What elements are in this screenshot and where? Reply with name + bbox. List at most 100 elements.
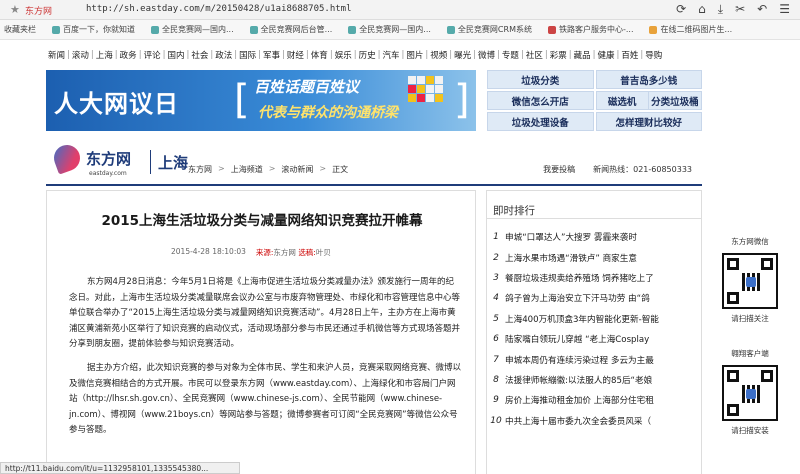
nav-link[interactable]: 曝光 [452,49,473,61]
nav-link[interactable]: 上海 [94,49,115,61]
qr-subcaption: 请扫描安装 [731,426,769,435]
ad-link[interactable]: 垃圾分类 [487,70,594,89]
qr-subcaption: 请扫描关注 [731,314,769,323]
bookmark-item[interactable]: 全民竞赛网—国内... [348,24,441,35]
breadcrumb-link[interactable]: 东方网 [188,164,212,175]
qr-code-icon [722,365,778,421]
nav-link[interactable]: 政务 [118,49,139,61]
banner-ad[interactable]: 人大网议日 [ 百姓话题百姓议 代表与群众的沟通桥梁 ] [46,70,476,131]
nav-link[interactable]: 图片 [404,49,425,61]
ad-link[interactable]: 怎样理财比较好 [595,112,702,131]
nav-link[interactable]: 政法 [213,49,234,61]
list-item[interactable]: 3 餐厨垃圾违规卖给养殖场 饲养猪吃上了 [487,268,701,288]
nav-link[interactable]: 军事 [261,49,282,61]
flame-logo-icon [50,141,84,175]
submit-link[interactable]: 我要投稿 [543,164,575,175]
ad-link-pair: 磁选机 分类垃圾桶 [595,91,702,110]
nav-link[interactable]: 体育 [309,49,330,61]
page-icon [151,25,159,34]
refresh-icon[interactable]: ⟳ [676,2,686,17]
nav-link[interactable]: 新闻 [46,49,67,61]
nav-link[interactable]: 百姓 [619,49,640,61]
bookmark-item[interactable]: 全民竞赛网后台管... [249,24,343,35]
list-item[interactable]: 6 陆家嘴白领玩儿穿越 “老上海Cosplay [487,329,701,349]
qr-caption: 东方网微信 [731,237,769,246]
qr-caption: 翱翔客户端 [731,349,769,358]
nav-link[interactable]: 彩票 [548,49,569,61]
article-source: 来源:东方网 选稿:叶贝 [255,248,331,257]
qr-icon [649,25,658,34]
hot-ranking: 即时排行 1 申城“口罩达人”大搜罗 雾霾来袭时 2 上海水果市场遇“滑铁卢” 商家… [486,190,702,474]
browser-toolbar: ★ 东方网 http://sh.eastday.com/m/20150428/u… [0,0,800,20]
article-title: 2015上海生活垃圾分类与减量网络知识竞赛拉开帷幕 [101,213,423,229]
nav-link[interactable]: 社区 [524,49,545,61]
nav-link[interactable]: 娱乐 [333,49,354,61]
source-link[interactable]: 东方网 [273,248,296,257]
nav-link[interactable]: 视频 [428,49,449,61]
banner-slogan-1: 百姓话题百姓议 [254,78,360,96]
eastday-logo[interactable]: 东方网 [50,141,132,175]
address-bar[interactable]: http://sh.eastday.com/m/20150428/u1ai868… [86,4,352,14]
tools-icon[interactable]: ✂ [735,2,745,17]
site-label: 东方网 [25,7,53,17]
download-icon[interactable]: ⤓ [718,2,723,17]
ad-link[interactable]: 微信怎么开店 [487,91,594,110]
page-icon [348,25,357,34]
nav-link[interactable]: 专题 [500,49,521,61]
ad-link[interactable]: 普吉岛多少钱 [595,70,702,89]
home-icon[interactable]: ⌂ [698,2,706,17]
menu-icon[interactable]: ☰ [779,2,790,17]
bookmark-favorites[interactable]: 收藏夹栏 [4,24,46,35]
page-icon [446,25,455,34]
hotline: 新闻热线：021-60850333 [593,165,692,174]
nav-link[interactable]: 社会 [189,49,210,61]
article-paragraph: 据主办方介绍，此次知识竞赛的参与对象为全体市民、学生和来沪人员，竞赛采取网络竞赛… [69,363,462,436]
status-bar: http://t11.baidu.com/it/u=1132958101,133… [0,462,240,474]
banner-brand: 人大网议日 [54,90,179,118]
banner-slogan-2: 代表与群众的沟通桥梁 [258,105,398,121]
nav-link[interactable]: 滚动 [70,49,91,61]
bracket-left-icon: [ [234,77,250,123]
nav-link[interactable]: 财经 [285,49,306,61]
list-item[interactable]: 1 申城“口罩达人”大搜罗 雾霾来袭时 [487,227,701,247]
list-item[interactable]: 4 鸽子曾为上海治安立下汗马功劳 由“鸽 [487,288,701,308]
nav-link[interactable]: 历史 [357,49,378,61]
hot-ranking-heading: 即时排行 [487,191,701,219]
bookmark-item[interactable]: 全民竞赛网—国内... [151,24,244,35]
list-item[interactable]: 8 法援律师帐繃徽:以法服人的85后“老娘 [487,370,701,390]
nav-link[interactable]: 藏品 [572,49,593,61]
list-item[interactable]: 9 房价上海推动租金加价 上海部分住宅租 [487,390,701,410]
ad-link[interactable]: 分类垃圾桶 [649,92,701,109]
nav-link[interactable]: 微博 [476,49,497,61]
ad-link[interactable]: 磁选机 [597,92,649,109]
brand-name: 东方网 [86,149,132,168]
breadcrumb-link[interactable]: 滚动新闻 [281,164,313,175]
ad-link-grid: 垃圾分类 普吉岛多少钱 微信怎么开店 磁选机 分类垃圾桶 垃圾处理设备 怎样理财… [487,70,702,131]
baidu-icon [52,25,60,34]
page-icon [249,25,258,34]
list-item[interactable]: 5 上海400万机顶盒3年内智能化更新-智能 [487,309,701,329]
divider [150,150,151,174]
list-item[interactable]: 7 申城本周仍有连续污染过程 多云为主最 [487,349,701,369]
nav-link[interactable]: 汽车 [380,49,401,61]
brand-domain: eastday.com [89,170,127,177]
nav-link[interactable]: 评论 [142,49,163,61]
breadcrumb: 东方网 > 上海频道 > 滚动新闻 > 正文 [188,164,349,175]
undo-icon[interactable]: ↶ [757,2,767,17]
article-date: 2015-4-28 18:10:03 [171,247,246,256]
app-qr-block: 翱翔客户端 请扫描安装 [715,348,785,436]
nav-link[interactable]: 国际 [237,49,258,61]
bookmark-item[interactable]: 在线二维码图片生... [649,24,742,35]
nav-link[interactable]: 健康 [595,49,616,61]
list-item[interactable]: 10 中共上海十届市委九次全会委员风采（ [487,411,701,431]
bookmark-item[interactable]: 铁路客户服务中心-... [547,24,644,35]
nav-link[interactable]: 国内 [165,49,186,61]
bookmark-baidu[interactable]: 百度一下，你就知道 [52,24,145,35]
bookmark-item[interactable]: 全民竞赛网CRM系统 [446,24,542,35]
breadcrumb-link[interactable]: 上海频道 [231,164,263,175]
favorite-star-icon[interactable]: ★ [10,3,20,16]
ad-link[interactable]: 垃圾处理设备 [487,112,594,131]
nav-link[interactable]: 导购 [643,49,664,61]
browser-controls: ⟳ ⌂ ⤓ ✂ ↶ ☰ [676,2,790,17]
list-item[interactable]: 2 上海水果市场遇“滑铁卢” 商家生意 [487,247,701,267]
